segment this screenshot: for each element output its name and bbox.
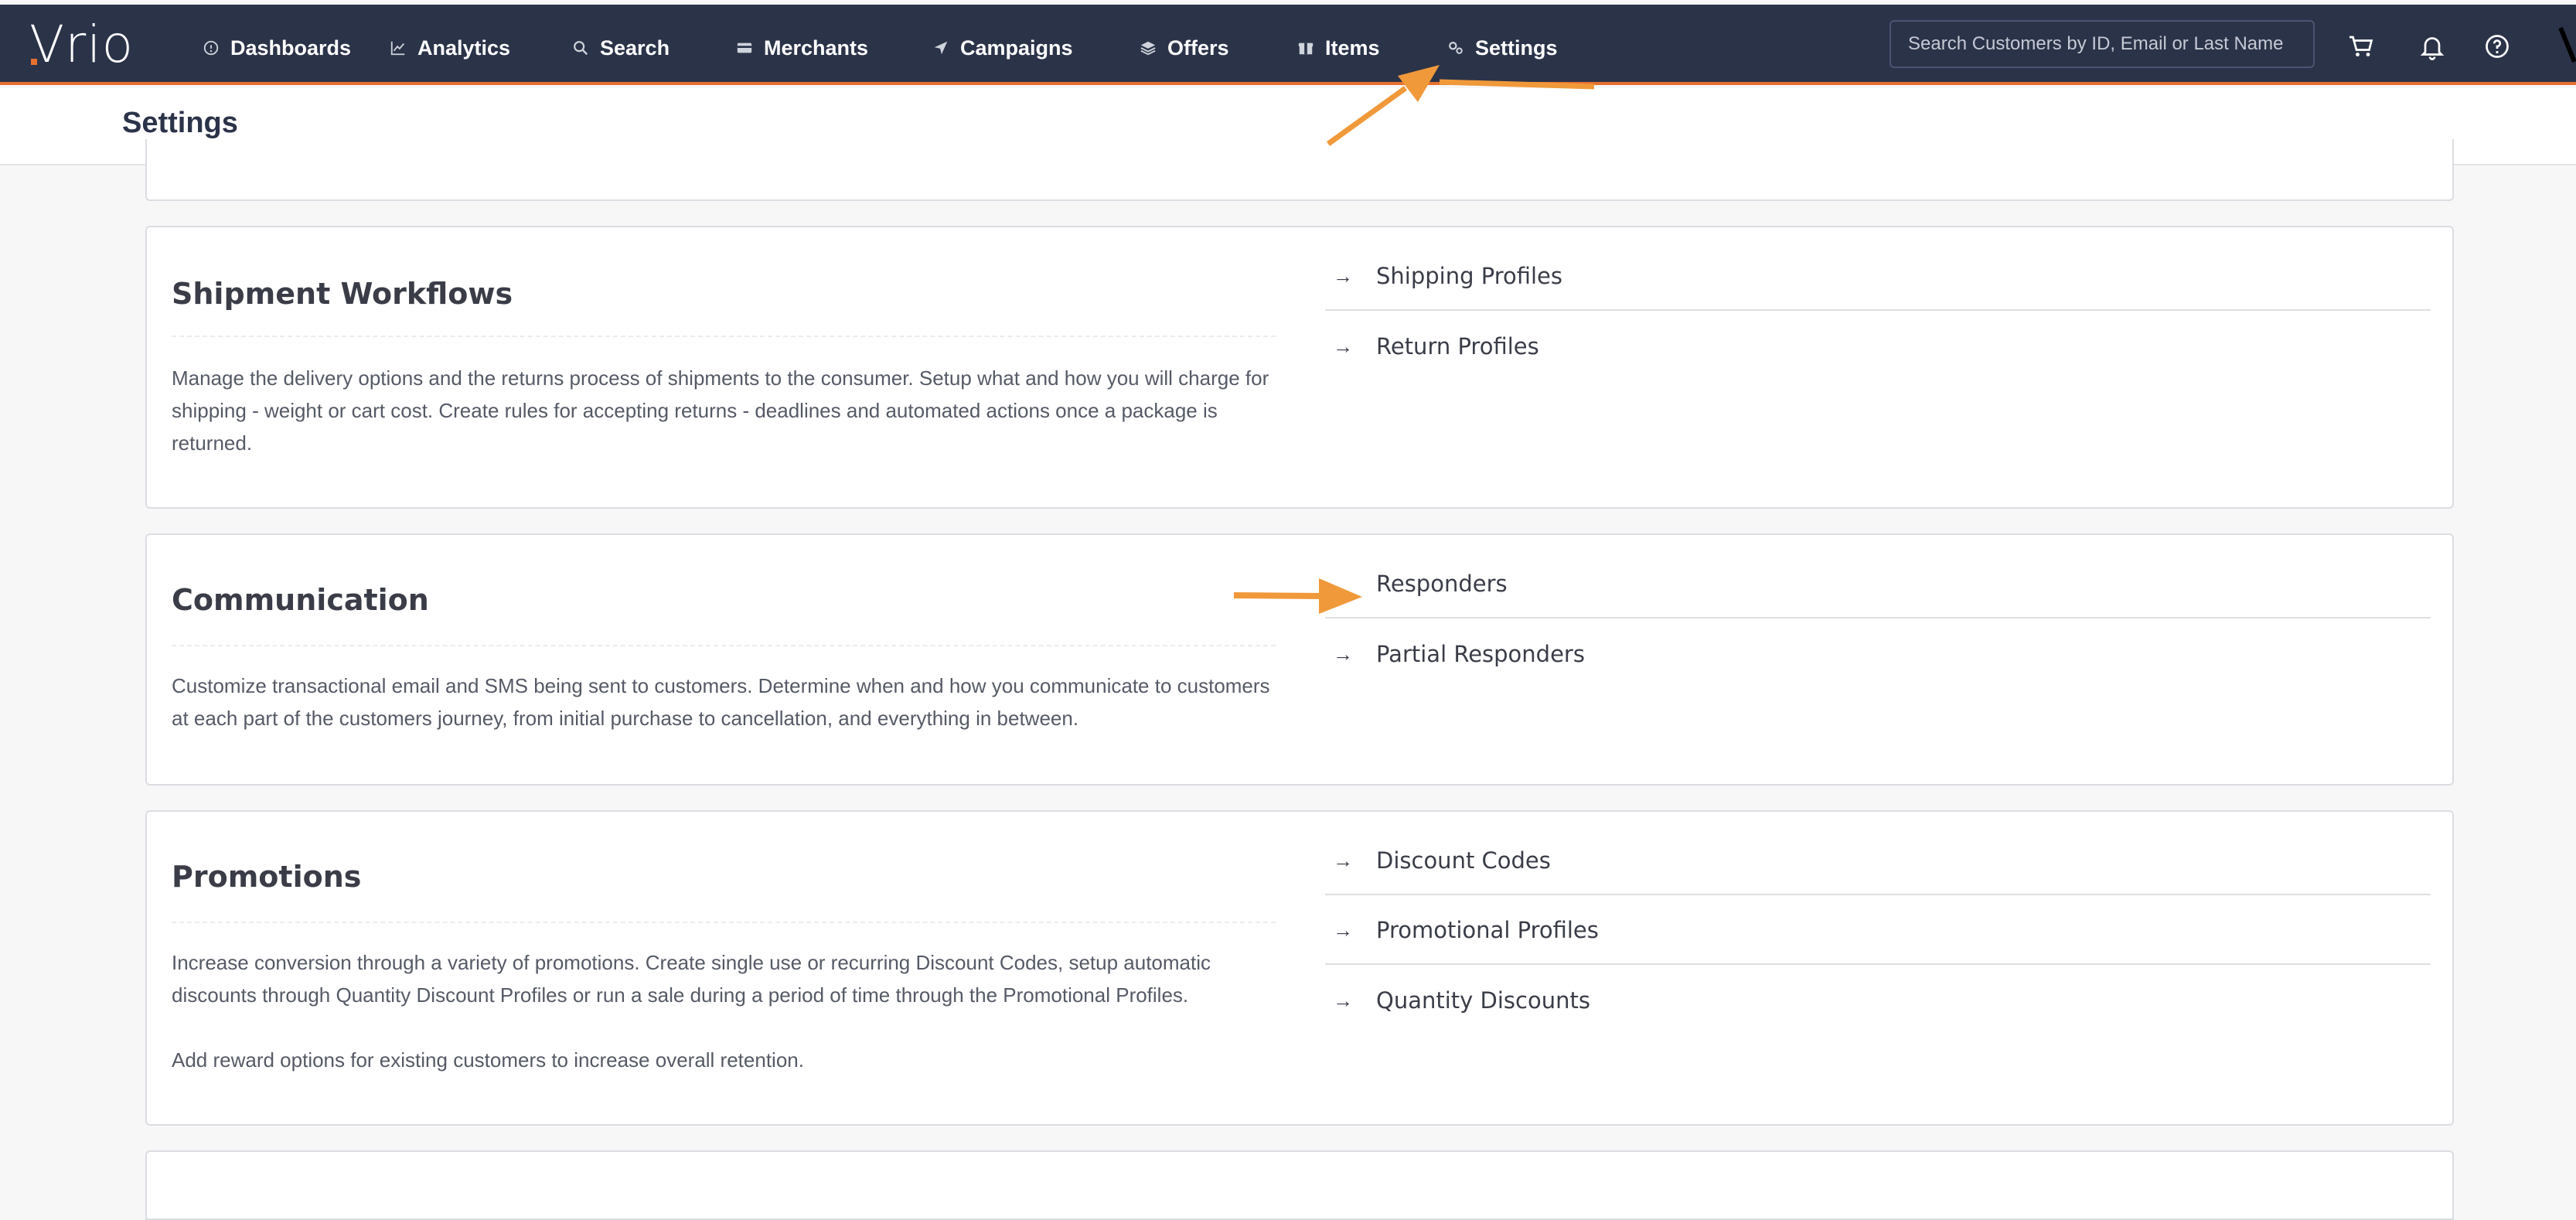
nav-dashboards[interactable]: Dashboards xyxy=(203,32,351,63)
link-discount-codes[interactable]: → Discount Codes xyxy=(1325,827,2431,895)
link-label: Return Profiles xyxy=(1376,333,1539,360)
link-return-profiles[interactable]: → Return Profiles xyxy=(1325,312,2431,380)
section-divider xyxy=(172,336,1276,337)
help-button[interactable] xyxy=(2483,32,2511,60)
search-icon xyxy=(574,41,588,56)
paper-plane-icon xyxy=(934,41,948,55)
section-card-shipment-workflows: Shipment Workflows Manage the delivery o… xyxy=(145,226,2454,509)
section-description: Manage the delivery options and the retu… xyxy=(172,366,1269,455)
nav-offers[interactable]: Offers xyxy=(1140,32,1229,63)
arrow-right-icon: → xyxy=(1333,334,1353,358)
previous-section-card xyxy=(145,139,2454,201)
nav-items-label: Items xyxy=(1325,36,1380,60)
card-icon xyxy=(737,43,752,53)
top-navbar: Vrio Dashboards Analytics Search Merchan… xyxy=(0,5,2576,85)
cart-button[interactable] xyxy=(2347,32,2375,60)
nav-items[interactable]: Items xyxy=(1297,32,1380,63)
link-label: Quantity Discounts xyxy=(1376,987,1590,1014)
vrio-logo[interactable]: Vrio xyxy=(29,19,134,70)
page-title: Settings xyxy=(122,107,238,139)
layers-icon xyxy=(1140,41,1156,56)
help-circle-icon xyxy=(2486,35,2509,58)
arrow-right-icon: → xyxy=(1333,988,1353,1012)
info-circle-icon xyxy=(203,40,219,56)
customer-search-input[interactable]: Search Customers by ID, Email or Last Na… xyxy=(1889,20,2315,68)
nav-search[interactable]: Search xyxy=(572,32,670,63)
link-label: Promotional Profiles xyxy=(1376,917,1599,943)
arrow-right-icon: → xyxy=(1333,264,1353,288)
section-description: Increase conversion through a variety of… xyxy=(172,951,1211,1007)
line-chart-icon xyxy=(390,41,405,56)
user-menu-edge-icon[interactable] xyxy=(2557,23,2576,66)
section-description: Customize transactional email and SMS be… xyxy=(172,674,1270,730)
section-card-communication: Communication Customize transactional em… xyxy=(145,533,2454,786)
arrow-right-icon: → xyxy=(1333,848,1353,872)
gears-icon xyxy=(1449,42,1463,54)
link-shipping-profiles[interactable]: → Shipping Profiles xyxy=(1325,243,2431,311)
box-icon xyxy=(1298,43,1314,55)
nav-settings[interactable]: Settings xyxy=(1447,32,1558,63)
nav-campaigns-label: Campaigns xyxy=(960,36,1073,60)
nav-merchants[interactable]: Merchants xyxy=(736,32,868,63)
nav-offers-label: Offers xyxy=(1167,36,1229,60)
link-label: Responders xyxy=(1376,571,1508,597)
nav-search-label: Search xyxy=(600,36,670,60)
nav-analytics[interactable]: Analytics xyxy=(390,32,510,63)
bell-icon xyxy=(2420,37,2445,60)
section-divider xyxy=(172,645,1276,646)
section-divider xyxy=(172,922,1276,923)
arrow-right-icon: → xyxy=(1333,642,1353,666)
nav-merchants-label: Merchants xyxy=(764,36,869,60)
nav-campaigns[interactable]: Campaigns xyxy=(932,32,1073,63)
section-description-secondary: Add reward options for existing customer… xyxy=(172,1048,804,1072)
nav-settings-label: Settings xyxy=(1475,36,1558,60)
section-card-promotions: Promotions Increase conversion through a… xyxy=(145,810,2454,1126)
link-promotional-profiles[interactable]: → Promotional Profiles xyxy=(1325,897,2431,965)
link-responders[interactable]: Responders xyxy=(1325,550,2431,619)
link-label: Discount Codes xyxy=(1376,847,1551,874)
notifications-button[interactable] xyxy=(2418,32,2446,60)
logo-text: Vrio xyxy=(29,15,135,74)
link-partial-responders[interactable]: → Partial Responders xyxy=(1325,620,2431,688)
section-title: Shipment Workflows xyxy=(172,277,513,311)
link-label: Partial Responders xyxy=(1376,641,1585,667)
next-section-card xyxy=(145,1150,2454,1220)
arrow-right-icon: → xyxy=(1333,918,1353,942)
link-label: Shipping Profiles xyxy=(1376,263,1563,289)
link-quantity-discounts[interactable]: → Quantity Discounts xyxy=(1325,966,2431,1034)
section-title: Promotions xyxy=(172,860,362,894)
nav-dashboards-label: Dashboards xyxy=(230,36,352,60)
nav-analytics-label: Analytics xyxy=(417,36,511,60)
logo-accent-dot xyxy=(31,59,37,65)
section-title: Communication xyxy=(172,583,429,617)
cart-icon xyxy=(2349,36,2373,56)
